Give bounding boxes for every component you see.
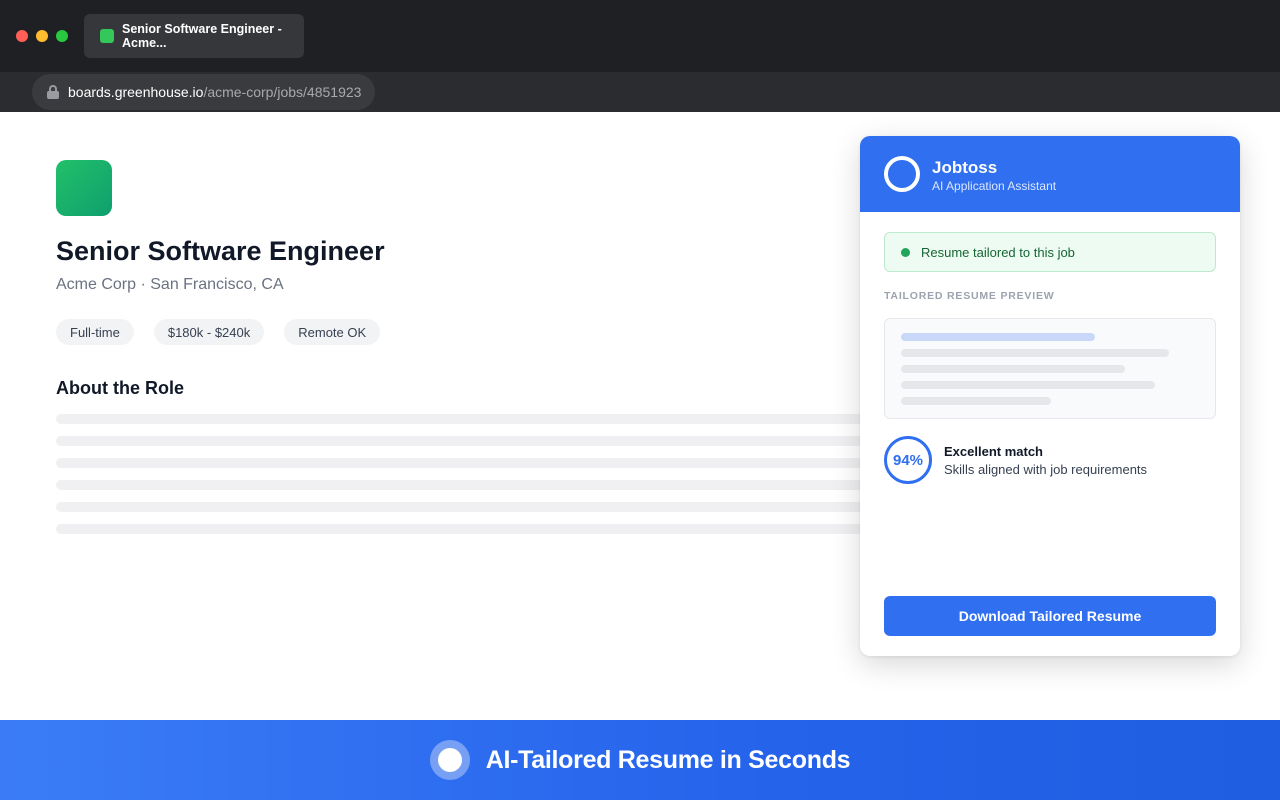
browser-titlebar: Senior Software Engineer - Acme... — [0, 0, 1280, 72]
job-title: Senior Software Engineer — [56, 236, 385, 266]
job-company-location: Acme Corp · San Francisco, CA — [56, 276, 284, 293]
lock-icon — [47, 85, 59, 99]
section-title: About the Role — [56, 378, 184, 398]
popup-header: Jobtoss AI Application Assistant — [860, 136, 1240, 212]
text-line-placeholder — [56, 436, 876, 446]
text-line-placeholder — [56, 480, 876, 490]
close-window-button[interactable] — [16, 30, 28, 42]
preview-line — [901, 333, 1095, 341]
match-description: Skills aligned with job requirements — [944, 462, 1148, 477]
tag-remote: Remote OK — [284, 319, 381, 345]
url-host: boards.greenhouse.io — [68, 84, 204, 100]
extension-name: Jobtoss — [932, 158, 998, 177]
tag-salary: $180k - $240k — [153, 319, 265, 345]
download-resume-button[interactable]: Download Tailored Resume — [884, 596, 1216, 636]
status-text: Resume tailored to this job — [921, 244, 1075, 260]
tab-title: Senior Software Engineer - Acme... — [122, 22, 282, 50]
success-dot-icon — [901, 247, 910, 257]
tab-favicon-icon — [100, 29, 114, 43]
browser-tab[interactable]: Senior Software Engineer - Acme... — [84, 14, 304, 58]
extension-popup: Jobtoss AI Application Assistant Resume … — [860, 136, 1240, 656]
preview-line — [901, 381, 1155, 389]
minimize-window-button[interactable] — [36, 30, 48, 42]
text-line-placeholder — [56, 458, 876, 468]
banner-headline: AI-Tailored Resume in Seconds — [485, 745, 851, 774]
job-tags: Full-time $180k - $240k Remote OK — [56, 319, 381, 345]
job-description-placeholder — [56, 414, 876, 546]
preview-label: TAILORED RESUME PREVIEW — [884, 290, 1055, 302]
browser-toolbar: boards.greenhouse.io/acme-corp/jobs/4851… — [0, 72, 1280, 112]
promo-banner: AI-Tailored Resume in Seconds — [0, 720, 1280, 800]
address-bar[interactable]: boards.greenhouse.io/acme-corp/jobs/4851… — [32, 74, 376, 110]
tag-employment-type: Full-time — [56, 319, 134, 345]
text-line-placeholder — [56, 414, 876, 424]
jobtoss-logo-icon — [884, 156, 920, 192]
text-line-placeholder — [56, 524, 876, 534]
jobtoss-logo-icon — [429, 740, 470, 780]
match-score-ring: 94% — [884, 436, 932, 484]
maximize-window-button[interactable] — [56, 30, 68, 42]
url-path: /acme-corp/jobs/4851923 — [203, 84, 362, 100]
resume-preview[interactable] — [884, 318, 1216, 419]
text-line-placeholder — [56, 502, 876, 512]
preview-line — [901, 397, 1051, 405]
preview-line — [901, 349, 1169, 357]
preview-line — [901, 365, 1125, 373]
status-banner: Resume tailored to this job — [884, 232, 1216, 272]
company-logo — [56, 160, 112, 216]
match-title: Excellent match — [944, 444, 1043, 459]
extension-tagline: AI Application Assistant — [932, 179, 1057, 193]
